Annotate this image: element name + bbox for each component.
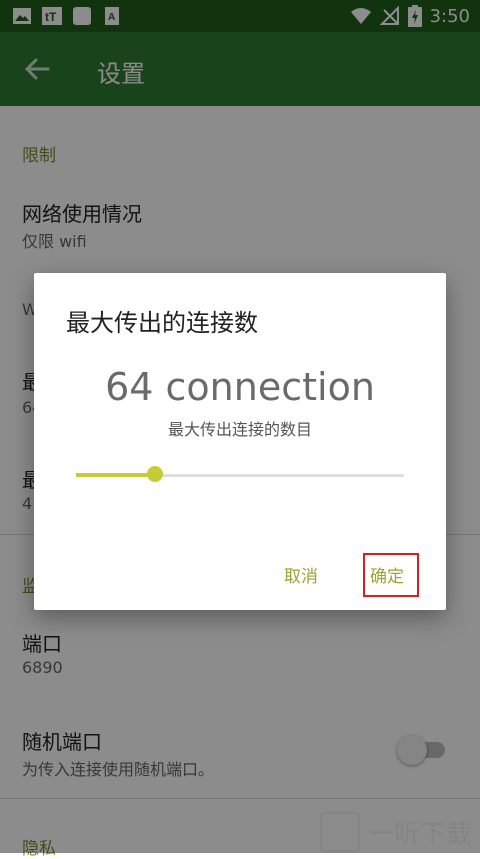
watermark: 一听下载 [320,812,472,852]
slider-fill [76,473,155,477]
slider-thumb[interactable] [146,466,163,482]
max-connections-dialog: 最大传出的连接数 64 connection 最大传出连接的数目 取消 确定 [34,273,446,610]
dialog-subtitle: 最大传出连接的数目 [167,420,312,439]
dialog-value: 64 connection [105,365,375,409]
watermark-text: 一听下载 [368,819,473,850]
ok-button[interactable]: 确定 [370,562,404,587]
cancel-button[interactable]: 取消 [284,562,318,587]
watermark-logo-icon [320,812,360,852]
dialog-title: 最大传出的连接数 [66,309,258,337]
